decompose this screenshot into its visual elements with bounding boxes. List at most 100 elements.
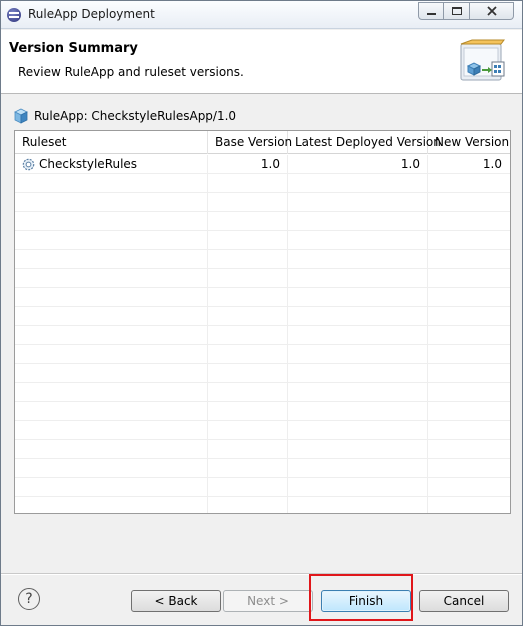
latest-deployed-version-cell: 1.0 bbox=[288, 155, 428, 174]
empty-cell bbox=[428, 250, 510, 269]
empty-cell bbox=[15, 402, 208, 421]
empty-cell bbox=[428, 421, 510, 440]
empty-table-row bbox=[15, 193, 510, 212]
empty-cell bbox=[208, 383, 288, 402]
cube-icon bbox=[14, 108, 28, 124]
empty-cell bbox=[428, 269, 510, 288]
empty-cell bbox=[428, 440, 510, 459]
empty-cell bbox=[208, 478, 288, 497]
close-icon bbox=[486, 6, 497, 16]
empty-cell bbox=[428, 193, 510, 212]
back-button[interactable]: < Back bbox=[131, 590, 221, 612]
empty-cell bbox=[428, 383, 510, 402]
empty-cell bbox=[208, 231, 288, 250]
empty-cell bbox=[288, 459, 428, 478]
empty-cell bbox=[208, 440, 288, 459]
empty-cell bbox=[208, 288, 288, 307]
close-button[interactable] bbox=[470, 2, 514, 20]
cancel-button[interactable]: Cancel bbox=[419, 590, 509, 612]
table-header: Ruleset Base Version Latest Deployed Ver… bbox=[15, 131, 510, 154]
empty-cell bbox=[208, 269, 288, 288]
empty-cell bbox=[15, 307, 208, 326]
column-header-ruleset[interactable]: Ruleset bbox=[15, 131, 208, 154]
empty-cell bbox=[208, 326, 288, 345]
empty-table-row bbox=[15, 231, 510, 250]
empty-cell bbox=[288, 345, 428, 364]
empty-cell bbox=[288, 174, 428, 193]
empty-cell bbox=[15, 421, 208, 440]
empty-table-row bbox=[15, 250, 510, 269]
empty-cell bbox=[428, 459, 510, 478]
minimize-button[interactable] bbox=[418, 2, 444, 20]
empty-cell bbox=[428, 231, 510, 250]
empty-cell bbox=[288, 231, 428, 250]
empty-table-row bbox=[15, 364, 510, 383]
ruleset-gear-icon bbox=[22, 158, 35, 171]
base-version-cell: 1.0 bbox=[208, 155, 288, 174]
empty-cell bbox=[15, 497, 208, 513]
empty-cell bbox=[288, 497, 428, 513]
empty-cell bbox=[428, 288, 510, 307]
empty-cell bbox=[15, 383, 208, 402]
window-controls bbox=[418, 2, 514, 20]
empty-cell bbox=[15, 231, 208, 250]
empty-cell bbox=[428, 212, 510, 231]
empty-cell bbox=[208, 364, 288, 383]
page-description: Review RuleApp and ruleset versions. bbox=[18, 65, 244, 79]
empty-cell bbox=[288, 402, 428, 421]
empty-table-row bbox=[15, 440, 510, 459]
empty-cell bbox=[288, 326, 428, 345]
empty-cell bbox=[428, 307, 510, 326]
column-header-new-version[interactable]: New Version bbox=[428, 131, 510, 154]
ruleapp-label: RuleApp: CheckstyleRulesApp/1.0 bbox=[34, 109, 237, 123]
empty-cell bbox=[428, 364, 510, 383]
empty-cell bbox=[208, 402, 288, 421]
eclipse-app-icon bbox=[7, 8, 21, 22]
empty-cell bbox=[288, 269, 428, 288]
empty-cell bbox=[15, 269, 208, 288]
title-bar: RuleApp Deployment bbox=[1, 1, 522, 29]
ruleset-name: CheckstyleRules bbox=[39, 157, 138, 171]
empty-cell bbox=[428, 326, 510, 345]
next-button[interactable]: Next > bbox=[223, 590, 313, 612]
empty-table-row bbox=[15, 383, 510, 402]
empty-table-row bbox=[15, 421, 510, 440]
empty-table-row bbox=[15, 345, 510, 364]
empty-table-row bbox=[15, 497, 510, 513]
help-button[interactable]: ? bbox=[18, 588, 40, 610]
empty-cell bbox=[288, 440, 428, 459]
empty-cell bbox=[208, 421, 288, 440]
table-row[interactable]: CheckstyleRules 1.0 1.0 1.0 bbox=[15, 155, 510, 174]
empty-cell bbox=[428, 497, 510, 513]
ruleapp-info: RuleApp: CheckstyleRulesApp/1.0 bbox=[13, 108, 236, 124]
empty-cell bbox=[288, 212, 428, 231]
empty-cell bbox=[428, 345, 510, 364]
column-header-base-version[interactable]: Base Version bbox=[208, 131, 292, 154]
empty-cell bbox=[288, 383, 428, 402]
empty-table-row bbox=[15, 269, 510, 288]
empty-cell bbox=[208, 459, 288, 478]
maximize-icon bbox=[451, 7, 462, 15]
button-bar-separator bbox=[1, 573, 522, 575]
empty-table-row bbox=[15, 174, 510, 193]
empty-cell bbox=[15, 459, 208, 478]
empty-cell bbox=[15, 478, 208, 497]
empty-cell bbox=[15, 326, 208, 345]
empty-cell bbox=[208, 250, 288, 269]
empty-cell bbox=[208, 497, 288, 513]
empty-cell bbox=[208, 307, 288, 326]
wizard-banner: Version Summary Review RuleApp and rules… bbox=[1, 30, 522, 94]
empty-cell bbox=[288, 250, 428, 269]
empty-cell bbox=[15, 345, 208, 364]
table-body: CheckstyleRules 1.0 1.0 1.0 bbox=[15, 155, 510, 513]
empty-table-row bbox=[15, 459, 510, 478]
finish-highlight-annotation bbox=[309, 574, 413, 621]
column-header-latest-deployed-version[interactable]: Latest Deployed Version bbox=[288, 131, 441, 154]
empty-cell bbox=[15, 364, 208, 383]
empty-cell bbox=[208, 174, 288, 193]
new-version-cell[interactable]: 1.0 bbox=[428, 155, 510, 174]
empty-cell bbox=[428, 174, 510, 193]
empty-cell bbox=[208, 212, 288, 231]
empty-table-row bbox=[15, 478, 510, 497]
maximize-button[interactable] bbox=[444, 2, 470, 20]
